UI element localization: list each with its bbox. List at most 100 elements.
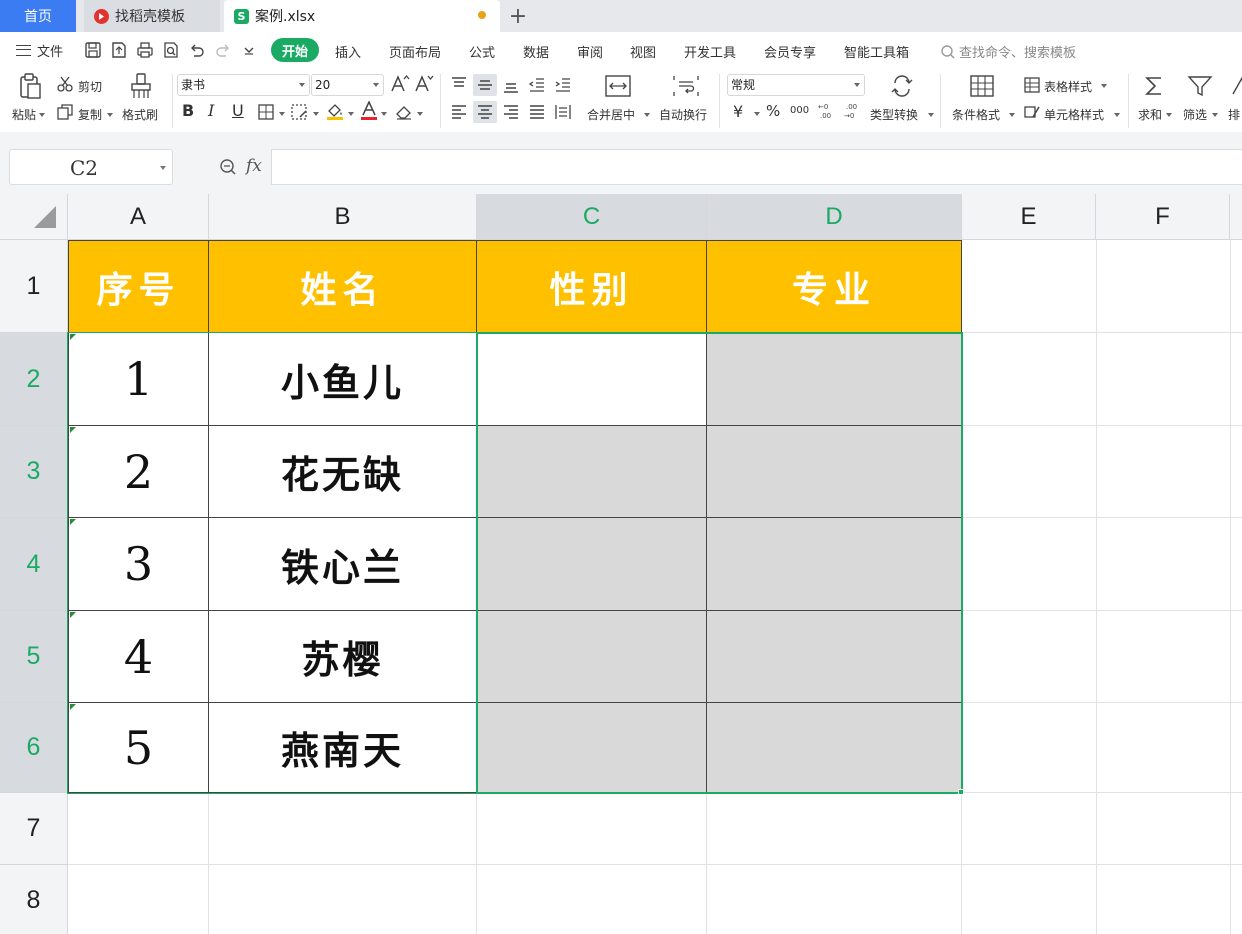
- insert-function-button[interactable]: fx: [246, 156, 262, 176]
- cell-c1[interactable]: 性别: [477, 240, 707, 333]
- cell-b5[interactable]: 苏樱: [209, 611, 477, 703]
- border-dropdown-icon[interactable]: [279, 112, 285, 116]
- align-middle-icon[interactable]: [476, 76, 494, 94]
- format-painter-icon[interactable]: [128, 72, 154, 100]
- font-size-select[interactable]: 20: [311, 74, 384, 96]
- fill-handle[interactable]: [958, 789, 964, 795]
- type-convert-icon[interactable]: [890, 75, 914, 97]
- paste-icon[interactable]: [16, 72, 44, 100]
- underline-button[interactable]: U: [232, 101, 244, 120]
- sort-button[interactable]: 排: [1228, 106, 1240, 123]
- menu-member[interactable]: 会员专享: [764, 42, 816, 61]
- export-pdf-icon[interactable]: [110, 41, 128, 59]
- filter-button[interactable]: 筛选: [1183, 106, 1207, 123]
- merge-center-button[interactable]: 合并居中: [587, 106, 635, 123]
- print-icon[interactable]: [136, 41, 154, 59]
- currency-dropdown-icon[interactable]: [754, 112, 760, 116]
- select-all-button[interactable]: [0, 194, 68, 240]
- font-color-icon[interactable]: [360, 101, 378, 121]
- decrease-decimal-icon[interactable]: .00 →0: [842, 101, 862, 121]
- copy-icon[interactable]: [56, 103, 74, 121]
- cell-c4[interactable]: [477, 518, 707, 611]
- cell-a6[interactable]: 5: [68, 703, 209, 793]
- number-format-select[interactable]: 常规: [727, 74, 865, 96]
- cell-style-dropdown-icon[interactable]: [1114, 113, 1120, 117]
- increase-decimal-icon[interactable]: ←0 .00: [816, 101, 836, 121]
- customize-quick-access-icon[interactable]: [240, 41, 258, 59]
- name-box-dropdown-icon[interactable]: [160, 166, 166, 170]
- row-header-4[interactable]: 4: [0, 518, 68, 611]
- cell-c6[interactable]: [477, 703, 707, 793]
- file-menu-button[interactable]: 文件: [16, 41, 63, 60]
- merge-center-icon[interactable]: [604, 74, 632, 98]
- border-style-icon[interactable]: [290, 103, 310, 121]
- cut-button[interactable]: 剪切: [78, 78, 102, 95]
- align-left-icon[interactable]: [450, 103, 468, 121]
- row-header-5[interactable]: 5: [0, 611, 68, 703]
- cell-d6[interactable]: [707, 703, 962, 793]
- menu-page-layout[interactable]: 页面布局: [389, 42, 441, 61]
- conditional-format-icon[interactable]: [969, 74, 995, 98]
- column-header-c[interactable]: C: [477, 194, 707, 240]
- clear-format-dropdown-icon[interactable]: [417, 112, 423, 116]
- italic-button[interactable]: I: [208, 101, 214, 120]
- sum-dropdown-icon[interactable]: [1166, 113, 1172, 117]
- align-center-icon[interactable]: [476, 103, 494, 121]
- tab-workbook[interactable]: S 案例.xlsx: [224, 0, 500, 32]
- menu-data[interactable]: 数据: [523, 42, 549, 61]
- currency-button[interactable]: ¥: [733, 102, 743, 121]
- column-header-g[interactable]: [1230, 194, 1242, 240]
- cell-style-icon[interactable]: [1023, 103, 1041, 121]
- name-box[interactable]: C2: [9, 149, 173, 185]
- copy-button[interactable]: 复制: [78, 106, 102, 123]
- paste-dropdown-icon[interactable]: [39, 113, 45, 117]
- table-style-dropdown-icon[interactable]: [1101, 84, 1107, 88]
- cell-a3[interactable]: 2: [68, 426, 209, 518]
- table-style-button[interactable]: 表格样式: [1044, 78, 1092, 95]
- cell-a5[interactable]: 4: [68, 611, 209, 703]
- increase-indent-icon[interactable]: [554, 76, 572, 94]
- clear-format-icon[interactable]: [394, 103, 414, 121]
- row-header-3[interactable]: 3: [0, 426, 68, 518]
- decrease-indent-icon[interactable]: [528, 76, 546, 94]
- border-icon[interactable]: [257, 103, 275, 121]
- border-style-dropdown-icon[interactable]: [313, 112, 319, 116]
- filter-icon[interactable]: [1187, 74, 1213, 98]
- filter-dropdown-icon[interactable]: [1212, 113, 1218, 117]
- menu-review[interactable]: 审阅: [577, 42, 603, 61]
- cell-b4[interactable]: 铁心兰: [209, 518, 477, 611]
- distributed-align-icon[interactable]: [554, 103, 572, 121]
- cell-a2[interactable]: 1: [68, 333, 209, 426]
- cell-d1[interactable]: 专业: [707, 240, 962, 333]
- cell-c5[interactable]: [477, 611, 707, 703]
- justify-icon[interactable]: [528, 103, 546, 121]
- copy-dropdown-icon[interactable]: [107, 113, 113, 117]
- percent-button[interactable]: %: [766, 102, 780, 120]
- thousands-button[interactable]: 000: [790, 105, 809, 116]
- wrap-text-button[interactable]: 自动换行: [659, 106, 707, 123]
- sort-icon[interactable]: [1231, 74, 1242, 98]
- cell-style-button[interactable]: 单元格样式: [1044, 106, 1104, 123]
- cut-icon[interactable]: [56, 75, 74, 93]
- menu-formulas[interactable]: 公式: [469, 42, 495, 61]
- row-header-7[interactable]: 7: [0, 793, 68, 865]
- cell-b3[interactable]: 花无缺: [209, 426, 477, 518]
- new-tab-button[interactable]: +: [508, 1, 528, 31]
- align-right-icon[interactable]: [502, 103, 520, 121]
- font-name-select[interactable]: 隶书: [177, 74, 310, 96]
- row-header-6[interactable]: 6: [0, 703, 68, 793]
- column-header-b[interactable]: B: [209, 194, 477, 240]
- font-color-dropdown-icon[interactable]: [381, 112, 387, 116]
- undo-icon[interactable]: [188, 41, 206, 59]
- cell-b6[interactable]: 燕南天: [209, 703, 477, 793]
- align-bottom-icon[interactable]: [502, 76, 520, 94]
- command-search[interactable]: 查找命令、搜索模板: [940, 42, 1076, 61]
- type-convert-dropdown-icon[interactable]: [928, 113, 934, 117]
- menu-insert[interactable]: 插入: [335, 42, 361, 61]
- zoom-formula-icon[interactable]: [219, 158, 237, 176]
- menu-view[interactable]: 视图: [630, 42, 656, 61]
- conditional-format-button[interactable]: 条件格式: [952, 106, 1000, 123]
- decrease-font-icon[interactable]: [414, 74, 434, 94]
- redo-icon[interactable]: [214, 41, 232, 59]
- cell-d4[interactable]: [707, 518, 962, 611]
